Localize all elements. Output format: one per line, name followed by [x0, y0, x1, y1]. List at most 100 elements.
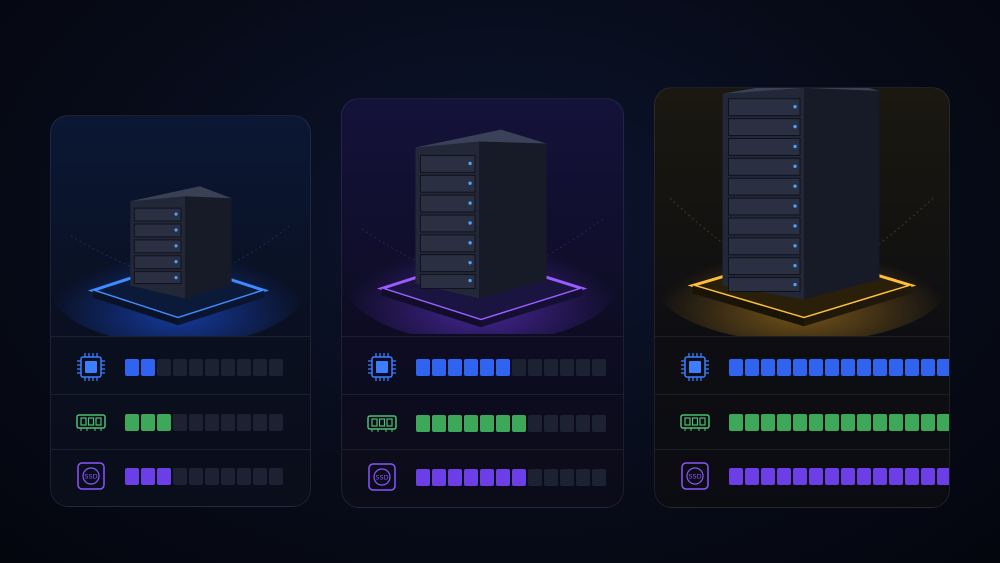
ram-capacity-bar	[125, 413, 283, 431]
bar-segment	[157, 413, 171, 431]
cpu-capacity-bar	[729, 358, 949, 376]
bar-segment	[157, 467, 171, 485]
bar-segment	[125, 358, 139, 376]
bar-segment	[905, 467, 919, 485]
bar-segment	[416, 358, 430, 376]
bar-segment	[189, 358, 203, 376]
bar-segment	[729, 467, 743, 485]
bar-segment	[464, 358, 478, 376]
bar-segment	[777, 358, 791, 376]
bar-segment	[905, 413, 919, 431]
bar-segment	[592, 414, 606, 432]
bar-segment	[921, 358, 935, 376]
ram-row	[679, 406, 949, 438]
bar-segment	[237, 467, 251, 485]
bar-segment	[173, 413, 187, 431]
bar-segment	[253, 358, 267, 376]
bar-segment	[480, 468, 494, 486]
bar-segment	[125, 413, 139, 431]
bar-segment	[125, 467, 139, 485]
bar-segment	[841, 413, 855, 431]
bar-segment	[873, 467, 887, 485]
bar-segment	[857, 413, 871, 431]
ram-icon	[366, 407, 398, 439]
server-tier-card-medium[interactable]: SSD	[341, 98, 624, 508]
server-tier-card-large[interactable]: SSD	[654, 87, 950, 508]
bar-segment	[416, 414, 430, 432]
cpu-icon	[366, 351, 398, 383]
bar-segment	[528, 468, 542, 486]
svg-text:SSD: SSD	[688, 473, 701, 481]
bar-segment	[480, 358, 494, 376]
bar-segment	[464, 414, 478, 432]
svg-text:SSD: SSD	[375, 474, 388, 482]
bar-segment	[576, 468, 590, 486]
bar-segment	[448, 468, 462, 486]
server-illustration-small	[51, 186, 307, 336]
bar-segment	[173, 467, 187, 485]
bar-segment	[761, 467, 775, 485]
bar-segment	[253, 413, 267, 431]
bar-segment	[921, 467, 935, 485]
bar-segment	[937, 358, 949, 376]
cpu-row	[366, 351, 606, 383]
bar-segment	[809, 358, 823, 376]
ram-capacity-bar	[416, 414, 606, 432]
bar-segment	[189, 413, 203, 431]
bar-segment	[496, 358, 510, 376]
bar-segment	[528, 414, 542, 432]
bar-segment	[560, 414, 574, 432]
bar-segment	[205, 358, 219, 376]
bar-segment	[873, 358, 887, 376]
bar-segment	[205, 467, 219, 485]
bar-segment	[576, 414, 590, 432]
bar-segment	[512, 414, 526, 432]
ssd-row: SSD	[679, 460, 949, 492]
cpu-icon	[679, 351, 711, 383]
bar-segment	[464, 468, 478, 486]
bar-segment	[841, 467, 855, 485]
bar-segment	[889, 358, 903, 376]
bar-segment	[141, 358, 155, 376]
bar-segment	[253, 467, 267, 485]
bar-segment	[937, 467, 949, 485]
bar-segment	[544, 414, 558, 432]
bar-segment	[857, 467, 871, 485]
bar-segment	[432, 414, 446, 432]
ssd-capacity-bar	[416, 468, 606, 486]
cpu-row	[679, 351, 949, 383]
bar-segment	[592, 468, 606, 486]
bar-segment	[825, 358, 839, 376]
bar-segment	[237, 413, 251, 431]
bar-segment	[777, 413, 791, 431]
bar-segment	[576, 358, 590, 376]
bar-segment	[937, 413, 949, 431]
bar-segment	[480, 414, 494, 432]
ssd-row: SSD	[366, 461, 606, 493]
ssd-icon: SSD	[366, 461, 398, 493]
bar-segment	[729, 413, 743, 431]
cpu-capacity-bar	[125, 358, 283, 376]
server-illustration-medium	[343, 129, 621, 334]
bar-segment	[857, 358, 871, 376]
bar-segment	[905, 358, 919, 376]
bar-segment	[141, 467, 155, 485]
bar-segment	[157, 358, 171, 376]
bar-segment	[761, 413, 775, 431]
bar-segment	[269, 413, 283, 431]
cpu-row	[75, 351, 283, 383]
bar-segment	[889, 413, 903, 431]
ram-icon	[75, 406, 107, 438]
bar-segment	[512, 358, 526, 376]
bar-segment	[745, 358, 759, 376]
server-illustration-large	[655, 88, 949, 336]
ram-icon	[679, 406, 711, 438]
bar-segment	[448, 358, 462, 376]
ssd-icon: SSD	[679, 460, 711, 492]
bar-segment	[205, 413, 219, 431]
bar-segment	[560, 468, 574, 486]
bar-segment	[189, 467, 203, 485]
bar-segment	[809, 413, 823, 431]
server-tier-card-small[interactable]: SSD	[50, 115, 311, 507]
bar-segment	[544, 468, 558, 486]
